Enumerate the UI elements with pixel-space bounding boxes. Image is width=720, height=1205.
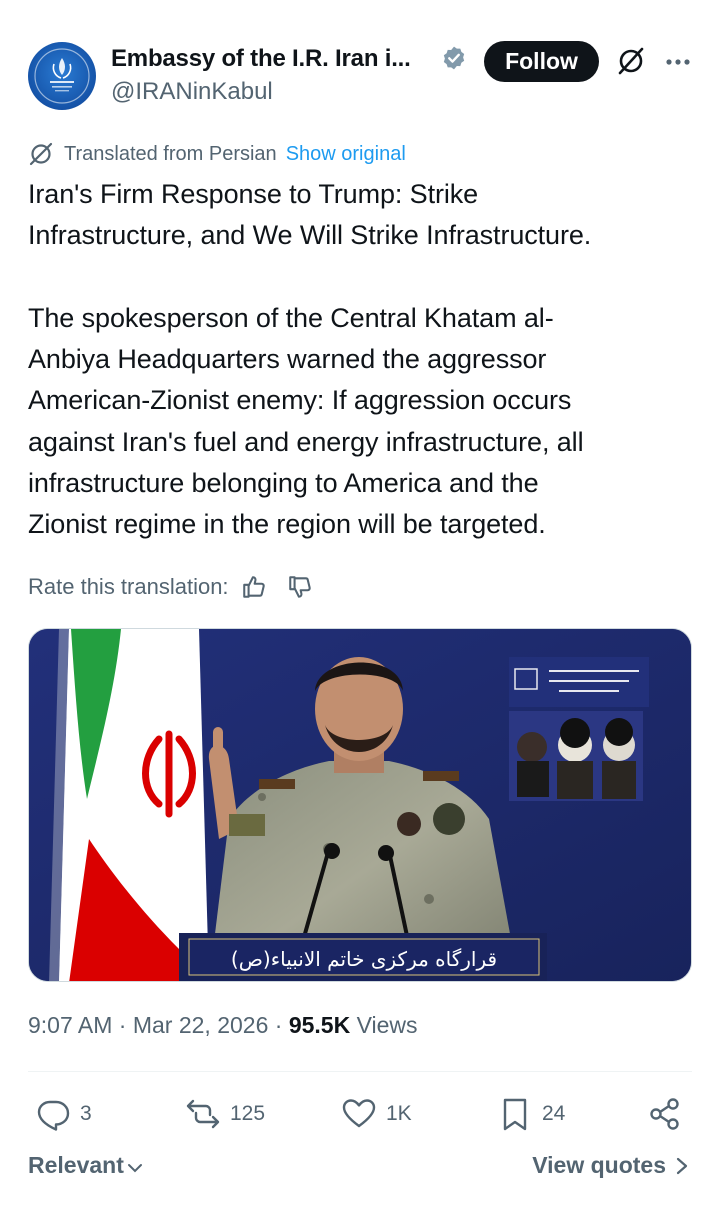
meta-separator: ·	[112, 1012, 133, 1038]
podium: قرارگاه مرکزی خاتم الانبیاء(ص)	[179, 933, 547, 981]
iran-emblem-logo	[34, 48, 90, 104]
tweet-header: Embassy of the I.R. Iran i... @IRANinKab…	[28, 40, 692, 112]
repost-icon	[186, 1099, 220, 1129]
tweet-media-image[interactable]: قرارگاه مرکزی خاتم الانبیاء(ص)	[28, 628, 692, 982]
chevron-down-icon	[127, 1163, 142, 1172]
translate-icon	[29, 142, 53, 166]
translation-notice: Translated from Persian Show original	[28, 140, 406, 168]
like-count: 1K	[386, 1102, 412, 1125]
view-quotes-link[interactable]: View quotes	[532, 1152, 690, 1179]
views-count[interactable]: 95.5K	[289, 1012, 350, 1038]
author-name[interactable]: Embassy of the I.R. Iran i...	[111, 45, 411, 73]
follow-button[interactable]: Follow	[484, 41, 599, 82]
share-icon	[650, 1098, 679, 1130]
tweet-time[interactable]: 9:07 AM	[28, 1012, 112, 1038]
relevant-label: Relevant	[28, 1152, 124, 1178]
reply-icon	[37, 1100, 70, 1131]
chevron-right-icon	[676, 1157, 688, 1174]
tweet-meta: 9:07 AM · Mar 22, 2026 · 95.5K Views	[28, 1012, 418, 1039]
author-handle[interactable]: @IRANinKabul	[111, 78, 273, 106]
bookmark-icon	[503, 1098, 527, 1131]
tweet-actions: 3 125 1K 24	[28, 1092, 692, 1136]
podium-text: قرارگاه مرکزی خاتم الانبیاء(ص)	[231, 947, 497, 971]
show-original-link[interactable]: Show original	[286, 143, 406, 166]
divider	[28, 1071, 692, 1072]
rate-translation: Rate this translation:	[28, 572, 313, 602]
bookmark-button[interactable]: 24	[498, 1092, 565, 1136]
bookmark-count: 24	[542, 1102, 566, 1125]
speaker-photo: قرارگاه مرکزی خاتم الانبیاء(ص)	[29, 629, 691, 981]
translation-label: Translated from Persian	[64, 142, 277, 165]
reply-count: 3	[80, 1102, 92, 1125]
repost-count: 125	[230, 1102, 266, 1125]
repost-button[interactable]: 125	[186, 1092, 265, 1136]
like-button[interactable]: 1K	[342, 1092, 412, 1136]
tweet-text: Iran's Firm Response to Trump: Strike In…	[28, 179, 592, 540]
iran-flag	[49, 629, 209, 981]
rate-label: Rate this translation:	[28, 574, 229, 599]
thumbs-down-icon[interactable]	[287, 574, 313, 600]
share-button[interactable]	[648, 1092, 692, 1136]
meta-separator: ·	[268, 1012, 289, 1038]
more-dots-icon[interactable]	[664, 48, 692, 76]
verified-badge-icon	[443, 46, 465, 70]
portraits-panel	[509, 657, 649, 801]
grok-icon[interactable]	[616, 46, 646, 76]
sort-relevant-dropdown[interactable]: Relevant	[28, 1152, 144, 1179]
view-quotes-label: View quotes	[532, 1152, 666, 1178]
tweet-date[interactable]: Mar 22, 2026	[133, 1012, 269, 1038]
heart-icon	[342, 1099, 376, 1128]
author-avatar[interactable]	[28, 42, 96, 110]
views-label: Views	[350, 1012, 418, 1038]
thumbs-up-icon[interactable]	[241, 574, 267, 600]
reply-button[interactable]: 3	[36, 1092, 92, 1136]
